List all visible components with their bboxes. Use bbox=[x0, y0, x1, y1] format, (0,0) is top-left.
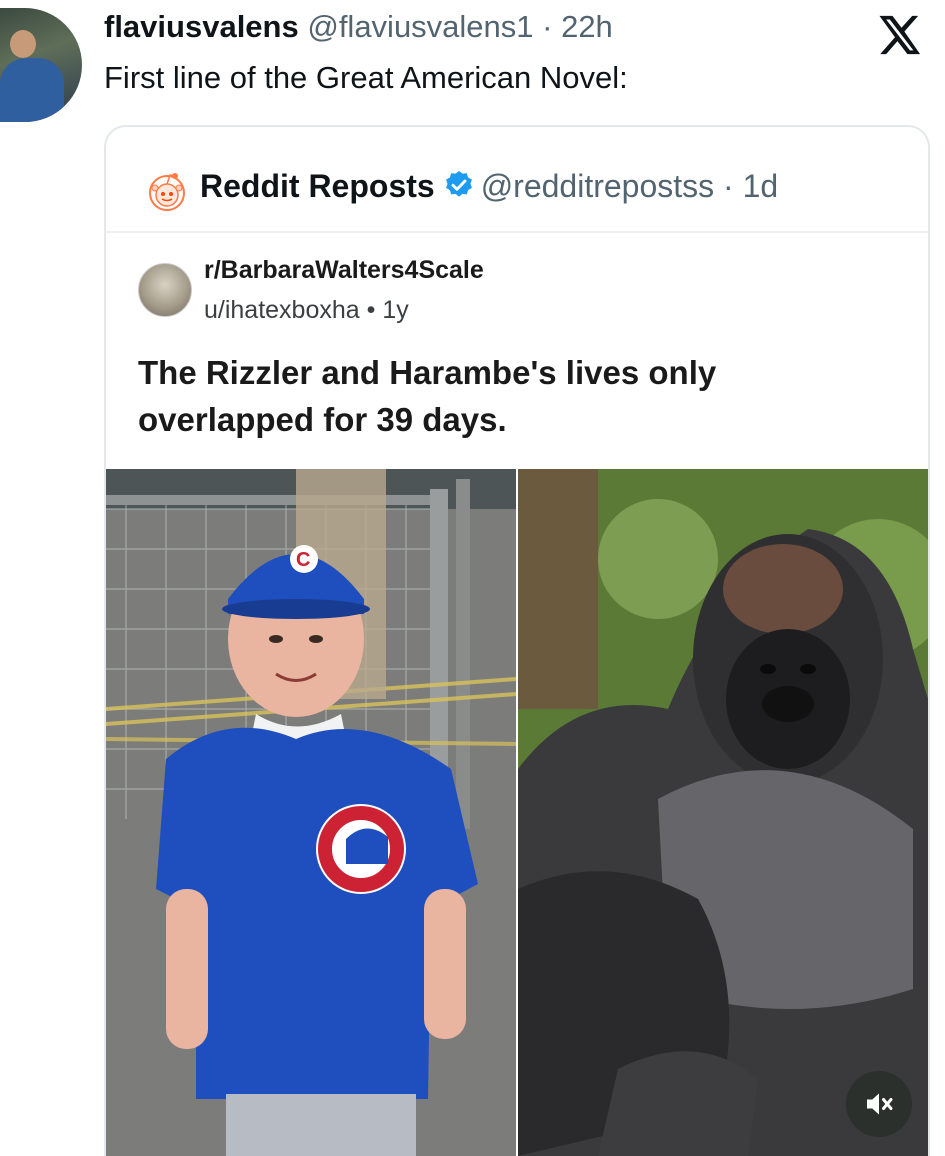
gorilla-photo-illustration bbox=[518, 469, 928, 1156]
author-handle-time[interactable]: @flaviusvalens1 · 22h bbox=[307, 9, 612, 44]
quoted-tweet-header: Reddit Reposts @redditrepostss · 1d bbox=[106, 127, 928, 233]
tweet-text: First line of the Great American Novel: bbox=[104, 60, 628, 95]
photo-gorilla-harambe[interactable] bbox=[518, 469, 928, 1156]
muted-speaker-icon bbox=[867, 1093, 893, 1115]
quoted-tweet-card[interactable]: Reddit Reposts @redditrepostss · 1d r/Ba… bbox=[104, 125, 930, 1156]
reddit-user-avatar[interactable] bbox=[138, 263, 192, 317]
x-logo-icon[interactable] bbox=[876, 12, 922, 58]
verified-badge-icon bbox=[445, 171, 472, 197]
reddit-user-time[interactable]: u/ihatexboxha • 1y bbox=[204, 293, 409, 327]
author-avatar[interactable] bbox=[0, 8, 82, 122]
boy-photo-illustration: C bbox=[106, 469, 516, 1156]
subreddit-name[interactable]: r/BarbaraWalters4Scale bbox=[204, 253, 484, 287]
reddit-post-title: The Rizzler and Harambe's lives only ove… bbox=[138, 354, 717, 438]
quoted-display-name[interactable]: Reddit Reposts bbox=[200, 168, 435, 204]
mute-toggle-button[interactable] bbox=[846, 1071, 912, 1137]
avatar-head-shape bbox=[10, 30, 36, 58]
tweet-header: flaviusvalens @flaviusvalens1 · 22h bbox=[104, 8, 613, 46]
author-display-name[interactable]: flaviusvalens bbox=[104, 9, 299, 44]
reddit-alien-icon bbox=[149, 173, 185, 211]
avatar-shirt-shape bbox=[0, 58, 64, 122]
quoted-handle-time[interactable]: @redditrepostss · 1d bbox=[481, 168, 779, 204]
photo-boy-cubs-uniform[interactable]: C bbox=[106, 469, 516, 1156]
svg-text:C: C bbox=[296, 549, 310, 571]
